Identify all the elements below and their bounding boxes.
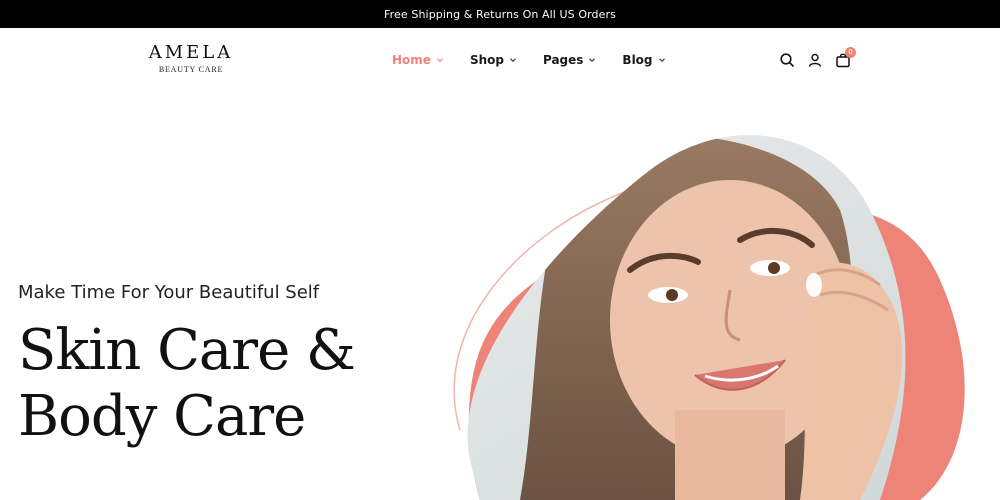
nav-item-label: Pages	[542, 53, 584, 67]
chevron-down-icon	[589, 58, 596, 62]
nav-item-home[interactable]: Home	[392, 53, 444, 67]
nav-item-label: Blog	[622, 53, 653, 67]
chevron-down-icon	[437, 58, 443, 62]
nav-item-label: Shop	[469, 53, 504, 67]
search-icon	[780, 53, 794, 67]
brand-subtitle: BEAUTY CARE	[158, 65, 224, 74]
cart-count-badge: 0	[845, 47, 856, 58]
hero-image	[453, 135, 965, 500]
announcement-bar: Free Shipping & Returns On All US Orders	[0, 0, 1000, 28]
nav-item-blog[interactable]: Blog	[622, 53, 665, 67]
main-nav: Home Shop Pages Blog	[392, 53, 666, 67]
user-icon	[808, 53, 822, 67]
nav-item-pages[interactable]: Pages	[543, 53, 596, 67]
cart-button[interactable]: 0	[835, 47, 856, 68]
chevron-down-icon	[510, 58, 516, 62]
headline-line-2: Body Care	[18, 384, 306, 449]
brand-logo[interactable]: AMELA BEAUTY CARE	[146, 42, 236, 75]
headline-line-1: Skin Care &	[18, 318, 356, 383]
hero-headline: Skin Care & Body Care	[18, 318, 356, 450]
chevron-down-icon	[658, 58, 665, 62]
hero-tagline: Make Time For Your Beautiful Self	[18, 282, 320, 303]
announcement-text: Free Shipping & Returns On All US Orders	[384, 7, 616, 21]
nav-item-label: Home	[392, 53, 431, 67]
nav-item-shop[interactable]: Shop	[470, 53, 517, 67]
search-button[interactable]	[779, 52, 795, 68]
account-button[interactable]	[807, 52, 823, 68]
header-actions: 0	[779, 47, 856, 68]
brand-name: AMELA	[148, 42, 234, 63]
